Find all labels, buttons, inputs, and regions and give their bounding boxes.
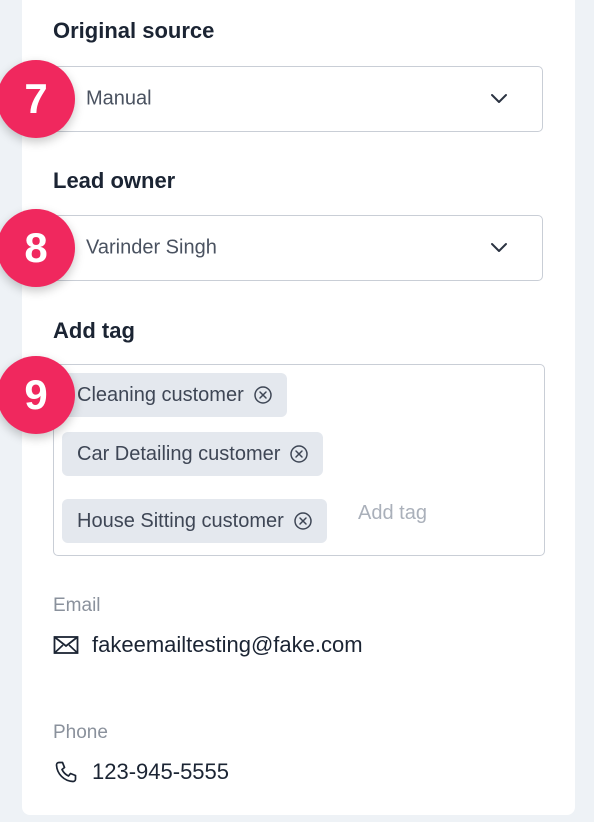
tag-chip-label: Cleaning customer [77,383,244,406]
tag-input-box[interactable]: Cleaning customer Car Detailing customer… [53,364,545,556]
circle-x-icon[interactable] [293,511,313,531]
envelope-icon [53,636,79,654]
lead-owner-value: Varinder Singh [86,236,217,259]
original-source-select[interactable]: Manual [53,66,543,132]
step-badge-7: 7 [0,60,75,138]
original-source-label: Original source [53,18,215,43]
chevron-down-icon [491,94,507,103]
lead-owner-select[interactable]: Varinder Singh [53,215,543,281]
email-value[interactable]: fakeemailtesting@fake.com [92,632,363,658]
add-tag-label: Add tag [53,318,135,343]
step-badge-8: 8 [0,209,75,287]
circle-x-icon[interactable] [253,385,273,405]
tag-chip-label: Car Detailing customer [77,442,281,465]
tag-chip: House Sitting customer [62,499,327,543]
add-tag-input[interactable] [358,502,508,525]
phone-row: 123-945-5555 [53,759,229,785]
phone-value[interactable]: 123-945-5555 [92,759,229,785]
tag-chip-label: House Sitting customer [77,509,284,532]
original-source-value: Manual [86,87,152,110]
email-row: fakeemailtesting@fake.com [53,632,363,658]
circle-x-icon[interactable] [289,444,309,464]
tag-chip: Cleaning customer [62,373,287,417]
tag-chip: Car Detailing customer [62,432,324,476]
phone-icon [55,761,77,783]
step-badge-9: 9 [0,356,75,434]
email-label: Email [53,595,101,616]
lead-owner-label: Lead owner [53,168,176,193]
phone-label: Phone [53,722,108,743]
chevron-down-icon [491,243,507,252]
